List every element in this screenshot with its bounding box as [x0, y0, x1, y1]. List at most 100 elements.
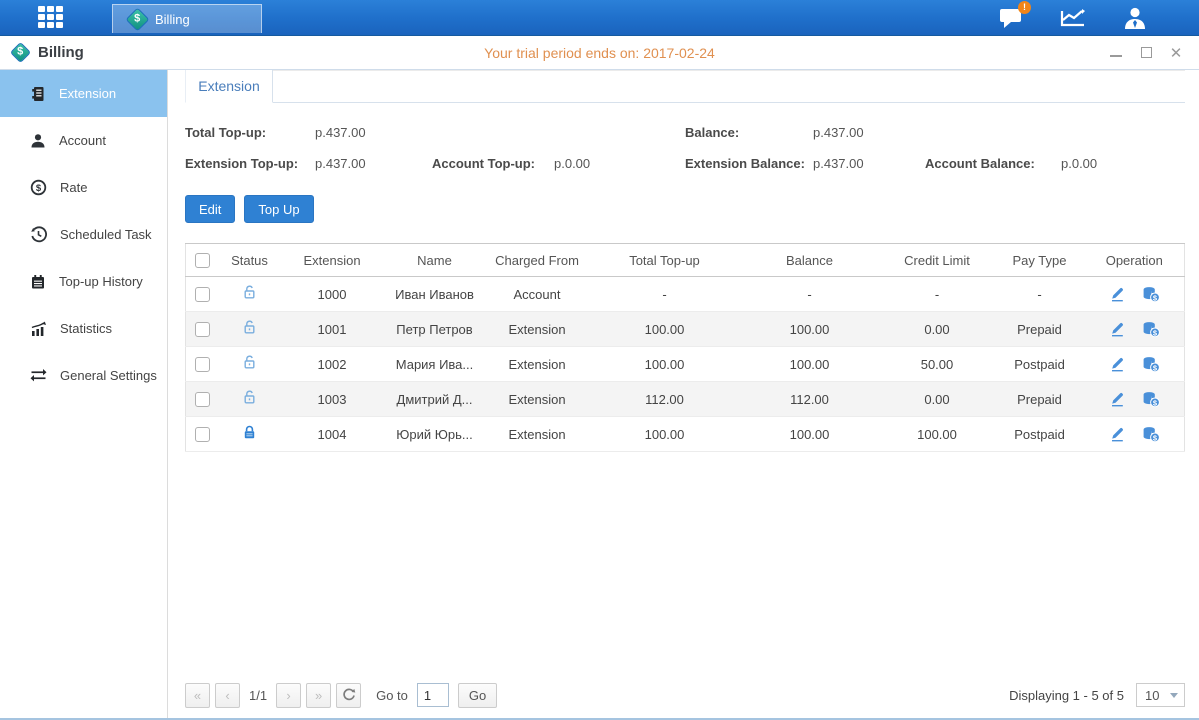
sidebar-item-label: Account — [59, 133, 106, 148]
row-checkbox[interactable] — [195, 392, 210, 407]
pay-type-cell: - — [995, 277, 1085, 312]
last-page-button[interactable]: » — [306, 683, 331, 708]
unlocked-icon — [241, 389, 258, 406]
sidebar-item-account[interactable]: Account — [0, 117, 167, 164]
minimize-button[interactable] — [1109, 46, 1123, 60]
refresh-button[interactable] — [336, 683, 361, 708]
edit-button[interactable]: Edit — [185, 195, 235, 223]
table-row[interactable]: 1004 Юрий Юрь... Extension 100.00 100.00… — [186, 417, 1185, 452]
sidebar-item-label: Extension — [59, 86, 116, 101]
top-up-row-icon[interactable]: $ — [1142, 391, 1160, 408]
billing-sidebar: Extension Account $ Rate — [0, 70, 168, 718]
tabstrip-filler — [273, 70, 1185, 102]
table-row[interactable]: 1001 Петр Петров Extension 100.00 100.00… — [186, 312, 1185, 347]
window-title: Billing — [38, 44, 84, 61]
billing-dollar-diamond-icon: $ — [125, 7, 149, 31]
window-titlebar: $ Billing Your trial period ends on: 201… — [0, 36, 1199, 70]
sidebar-item-extension[interactable]: Extension — [0, 70, 167, 117]
sidebar-item-label: Top-up History — [59, 274, 143, 289]
account-balance-label: Account Balance: — [925, 156, 1061, 171]
operation-cell: $ — [1085, 347, 1185, 382]
go-button[interactable]: Go — [458, 683, 497, 708]
col-name: Name — [385, 244, 485, 277]
taskbar-billing-tab[interactable]: $ Billing — [112, 4, 262, 33]
total-topup-cell: 100.00 — [590, 312, 740, 347]
balance-summary: Total Top-up: p.437.00 Extension Top-up:… — [185, 117, 1185, 179]
sidebar-item-rate[interactable]: $ Rate — [0, 164, 167, 211]
sidebar-item-statistics[interactable]: Statistics — [0, 305, 167, 352]
action-buttons: Edit Top Up — [185, 195, 1185, 223]
top-up-row-icon[interactable]: $ — [1142, 321, 1160, 338]
status-cell — [220, 417, 280, 452]
col-total-topup: Total Top-up — [590, 244, 740, 277]
extension-cell: 1004 — [280, 417, 385, 452]
top-up-button[interactable]: Top Up — [244, 195, 313, 223]
app-launcher-icon[interactable] — [38, 6, 68, 30]
edit-row-icon[interactable] — [1109, 286, 1126, 303]
exchange-arrows-icon — [30, 368, 47, 383]
row-checkbox[interactable] — [195, 322, 210, 337]
row-checkbox[interactable] — [195, 287, 210, 302]
edit-row-icon[interactable] — [1109, 391, 1126, 408]
os-topbar: $ Billing ! — [0, 0, 1199, 36]
balance-value: p.437.00 — [813, 125, 864, 140]
sidebar-item-topup-history[interactable]: Top-up History — [0, 258, 167, 305]
top-up-row-icon[interactable]: $ — [1142, 426, 1160, 443]
sidebar-item-scheduled-task[interactable]: Scheduled Task — [0, 211, 167, 258]
messages-icon[interactable]: ! — [997, 6, 1025, 30]
table-row[interactable]: 1002 Мария Ива... Extension 100.00 100.0… — [186, 347, 1185, 382]
table-row[interactable]: 1003 Дмитрий Д... Extension 112.00 112.0… — [186, 382, 1185, 417]
status-cell — [220, 312, 280, 347]
total-topup-label: Total Top-up: — [185, 125, 315, 140]
select-all-checkbox[interactable] — [195, 253, 210, 268]
prev-page-button[interactable]: ‹ — [215, 683, 240, 708]
edit-row-icon[interactable] — [1109, 356, 1126, 373]
taskbar-tab-label: Billing — [155, 12, 190, 27]
credit-limit-cell: 0.00 — [880, 312, 995, 347]
close-button[interactable]: ✕ — [1169, 46, 1183, 60]
name-cell: Иван Иванов — [385, 277, 485, 312]
person-icon — [30, 133, 46, 149]
status-cell — [220, 277, 280, 312]
table-row[interactable]: 1000 Иван Иванов Account - - - - — [186, 277, 1185, 312]
credit-limit-cell: 50.00 — [880, 347, 995, 382]
top-up-row-icon[interactable]: $ — [1142, 286, 1160, 303]
name-cell: Юрий Юрь... — [385, 417, 485, 452]
page-size-select[interactable]: 10 — [1136, 683, 1185, 707]
tab-extension[interactable]: Extension — [185, 70, 273, 103]
account-balance-value: p.0.00 — [1061, 156, 1097, 171]
next-page-button[interactable]: › — [276, 683, 301, 708]
page-indicator: 1/1 — [249, 688, 267, 703]
top-up-row-icon[interactable]: $ — [1142, 356, 1160, 373]
content-tabstrip: Extension — [185, 70, 1185, 103]
extension-page: Extension Total Top-up: p.437.00 Extensi… — [168, 70, 1199, 718]
window-title-group: $ Billing — [0, 44, 84, 61]
row-checkbox[interactable] — [195, 357, 210, 372]
col-extension: Extension — [280, 244, 385, 277]
displaying-text: Displaying 1 - 5 of 5 — [1009, 688, 1124, 703]
first-page-button[interactable]: « — [185, 683, 210, 708]
balance-cell: - — [740, 277, 880, 312]
extension-balance-label: Extension Balance: — [685, 156, 813, 171]
edit-row-icon[interactable] — [1109, 426, 1126, 443]
statistics-chart-icon[interactable] — [1059, 6, 1087, 30]
charged-from-cell: Account — [485, 277, 590, 312]
table-header-row: Status Extension Name Charged From Total… — [186, 244, 1185, 277]
goto-page-input[interactable] — [417, 683, 449, 707]
topbar-status-icons: ! — [997, 6, 1199, 30]
charged-from-cell: Extension — [485, 312, 590, 347]
name-cell: Петр Петров — [385, 312, 485, 347]
bar-chart-arrow-icon — [30, 321, 47, 337]
balance-cell: 100.00 — [740, 312, 880, 347]
status-cell — [220, 347, 280, 382]
row-checkbox[interactable] — [195, 427, 210, 442]
maximize-button[interactable] — [1139, 46, 1153, 60]
name-cell: Мария Ива... — [385, 347, 485, 382]
notification-badge: ! — [1018, 1, 1031, 14]
pagination-bar: « ‹ 1/1 › » Go to Go Displaying 1 - 5 of… — [185, 680, 1185, 710]
operation-cell: $ — [1085, 277, 1185, 312]
sidebar-item-general-settings[interactable]: General Settings — [0, 352, 167, 399]
app-dollar-diamond-icon: $ — [10, 42, 31, 63]
edit-row-icon[interactable] — [1109, 321, 1126, 338]
user-account-icon[interactable] — [1121, 6, 1149, 30]
